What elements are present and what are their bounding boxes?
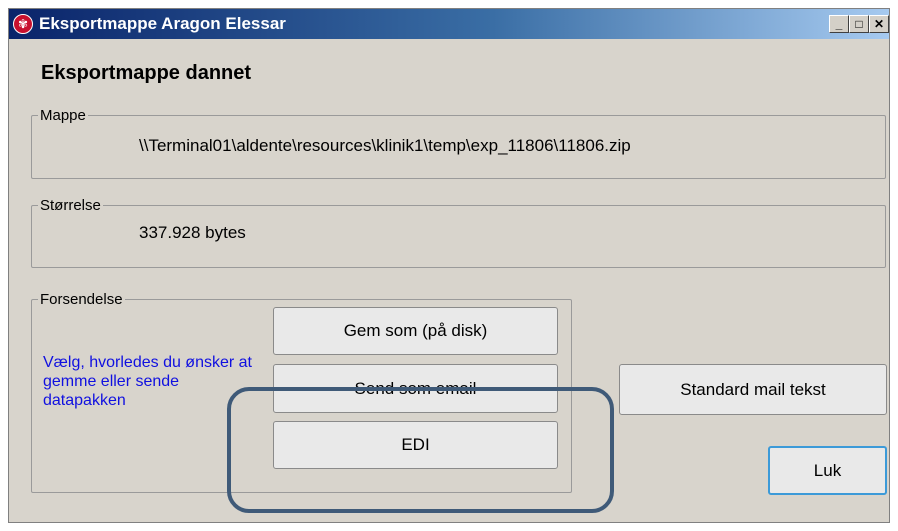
dialog-heading: Eksportmappe dannet	[41, 62, 252, 84]
standard-mail-text-button[interactable]: Standard mail tekst	[619, 364, 887, 415]
mappe-legend: Mappe	[40, 107, 86, 124]
close-button[interactable]: Luk	[768, 446, 887, 495]
export-dialog-window: ✾ Eksportmappe Aragon Elessar _ □ ✕ Eksp…	[8, 8, 890, 523]
title-bar[interactable]: ✾ Eksportmappe Aragon Elessar _ □ ✕	[9, 9, 889, 39]
file-size-text: 337.928 bytes	[139, 223, 246, 242]
highlight-outline	[227, 387, 614, 513]
close-window-button[interactable]: ✕	[869, 15, 889, 33]
export-path-text: \\Terminal01\aldente\resources\klinik1\t…	[139, 136, 631, 155]
window-title: Eksportmappe Aragon Elessar	[39, 14, 286, 33]
app-logo-icon[interactable]: ✾	[13, 14, 33, 34]
minimize-button[interactable]: _	[829, 15, 849, 33]
save-to-disk-button[interactable]: Gem som (på disk)	[273, 307, 558, 355]
size-legend: Størrelse	[40, 197, 101, 214]
maximize-button[interactable]: □	[849, 15, 869, 33]
forsendelse-legend: Forsendelse	[40, 291, 123, 308]
